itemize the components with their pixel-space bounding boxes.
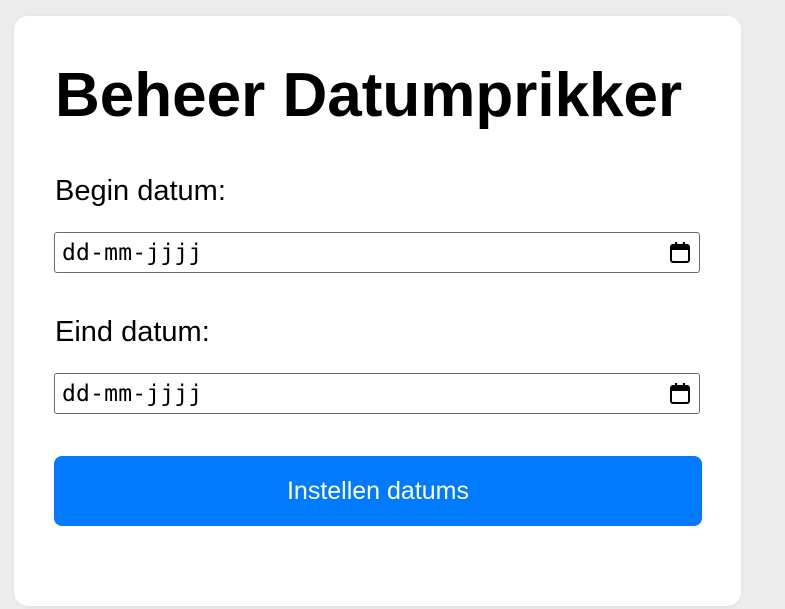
page-title: Beheer Datumprikker — [55, 61, 683, 130]
calendar-icon[interactable] — [669, 241, 691, 264]
end-date-input[interactable]: dd-mm-jjjj — [54, 373, 700, 414]
calendar-icon[interactable] — [669, 382, 691, 405]
begin-date-input[interactable]: dd-mm-jjjj — [54, 232, 700, 273]
form-card: Beheer Datumprikker Begin datum: dd-mm-j… — [14, 16, 741, 606]
begin-date-label: Begin datum: — [55, 175, 226, 207]
end-date-placeholder[interactable]: dd-mm-jjjj — [62, 381, 669, 407]
end-date-label: Eind datum: — [55, 316, 210, 348]
begin-date-placeholder[interactable]: dd-mm-jjjj — [62, 240, 669, 266]
set-dates-button[interactable]: Instellen datums — [54, 456, 702, 526]
